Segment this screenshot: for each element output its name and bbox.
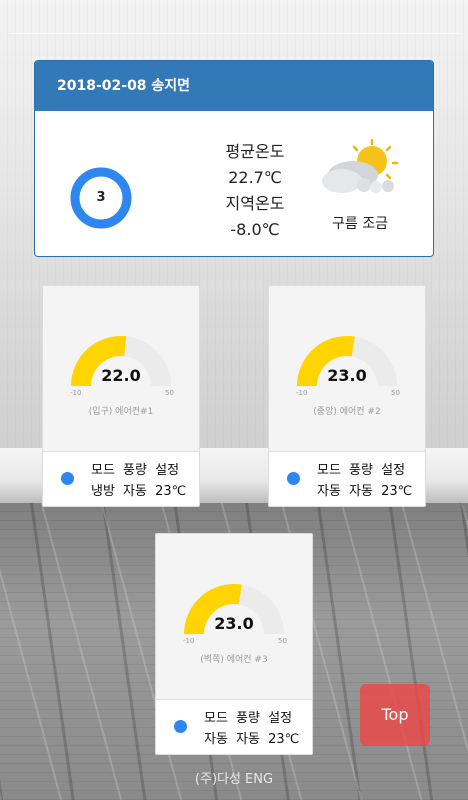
top-divider [10,33,460,34]
ac-temperature: 23.0 [214,614,254,633]
count-ring: 3 [70,167,132,229]
gauge-min-label: -10 [70,389,82,397]
top-button[interactable]: Top [360,684,430,746]
status-dot-icon [174,720,187,733]
status-value-row: 자동 자동 23℃ [204,732,300,747]
ac-card-1[interactable]: 22.0 -10 50 (입구) 에어컨#1 모드 풍량 설정 냉방 자동 23… [42,285,200,507]
status-header-row: 모드 풍량 설정 [204,711,293,726]
status-header-row: 모드 풍량 설정 [91,463,180,478]
status-header-row: 모드 풍량 설정 [317,463,406,478]
temperature-block: 평균온도 22.7℃ 지역온도 -8.0℃ [185,139,325,243]
local-temp-label: 지역온도 [225,194,285,213]
ac-status: 모드 풍량 설정 자동 자동 23℃ [269,451,425,506]
ac-card-3[interactable]: 23.0 -10 50 (벽쪽) 에어컨 #3 모드 풍량 설정 자동 자동 2… [155,533,313,755]
gauge-max-label: 50 [165,389,174,397]
ac-name: (중앙) 에어컨 #2 [313,407,381,417]
ac-status: 모드 풍량 설정 자동 자동 23℃ [156,699,312,754]
summary-header: 2018-02-08 송지면 [35,61,433,111]
status-dot-icon [61,472,74,485]
footer-company: (주)다성 ENG [194,772,274,787]
status-dot-icon [287,472,300,485]
ring-count: 3 [96,190,106,205]
status-value-row: 냉방 자동 23℃ [91,484,187,499]
weather-description: 구름 조금 [332,216,388,232]
ac-name: (입구) 에어컨#1 [88,407,154,417]
ac-card-2[interactable]: 23.0 -10 50 (중앙) 에어컨 #2 모드 풍량 설정 자동 자동 2… [268,285,426,507]
gauge-max-label: 50 [391,389,400,397]
status-value-row: 자동 자동 23℃ [317,484,413,499]
gauge-max-label: 50 [278,637,287,645]
ac-temperature: 23.0 [327,366,367,385]
ac-name: (벽쪽) 에어컨 #3 [200,655,268,665]
summary-card: 2018-02-08 송지면 3 평균온도 22.7℃ 지역온도 -8.0℃ 구… [34,60,434,257]
avg-temp-value: 22.7℃ [228,168,282,187]
ac-status: 모드 풍량 설정 냉방 자동 23℃ [43,451,199,506]
local-temp-value: -8.0℃ [230,220,280,239]
gauge-min-label: -10 [296,389,308,397]
ac-temperature: 22.0 [101,366,141,385]
partly-cloudy-icon [322,139,399,193]
avg-temp-label: 평균온도 [225,142,285,161]
gauge-min-label: -10 [183,637,195,645]
